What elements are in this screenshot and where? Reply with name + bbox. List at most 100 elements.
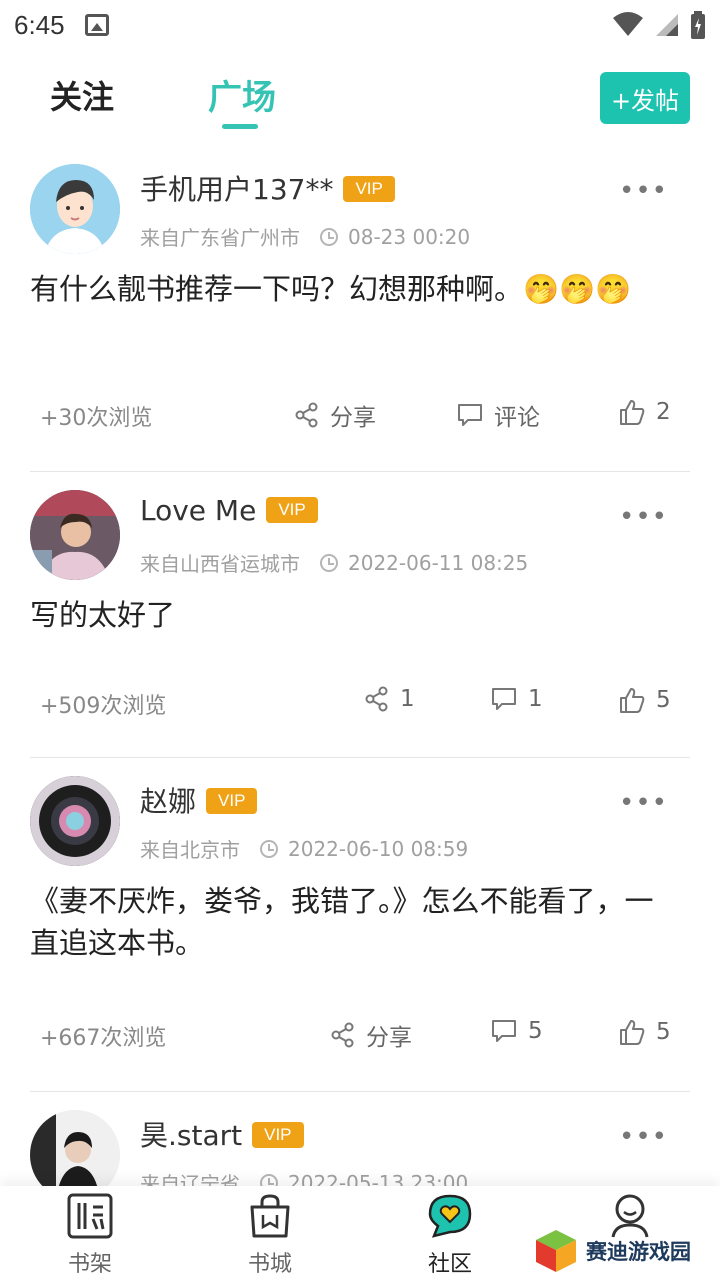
post-time: 2022-05-13 23:00 bbox=[288, 1170, 469, 1187]
view-count: +30次浏览 bbox=[40, 406, 153, 431]
watermark-cube-icon bbox=[536, 1230, 576, 1272]
vip-badge: VIP bbox=[343, 176, 395, 202]
share-icon bbox=[365, 686, 388, 712]
tab-square[interactable]: 广场 bbox=[208, 70, 276, 119]
nav-bookstore[interactable]: 书城 bbox=[210, 1192, 330, 1278]
like-count: 5 bbox=[656, 687, 671, 713]
avatar[interactable] bbox=[30, 490, 120, 580]
username-text: Love Me bbox=[140, 494, 257, 527]
status-icons bbox=[612, 11, 706, 39]
location-text: 来自北京市 bbox=[140, 838, 240, 862]
username[interactable]: Love Me VIP bbox=[140, 494, 318, 527]
tab-follow[interactable]: 关注 bbox=[50, 72, 114, 118]
clock-icon bbox=[320, 227, 338, 246]
post-content[interactable]: 《妻不厌炸，娄爷，我错了。》怎么不能看了，一直追这本书。 bbox=[30, 880, 670, 964]
more-options-icon[interactable]: ••• bbox=[619, 1124, 668, 1150]
share-icon bbox=[331, 1022, 354, 1048]
post-meta: 来自辽宁省 2022-05-13 23:00 bbox=[140, 1168, 468, 1186]
share-label: 分享 bbox=[366, 1025, 412, 1051]
comment-label: 评论 bbox=[494, 405, 540, 431]
comment-icon bbox=[492, 1020, 516, 1042]
nav-label: 书城 bbox=[247, 1252, 292, 1277]
comment-icon bbox=[492, 688, 516, 710]
child-photo-avatar-icon bbox=[30, 490, 120, 580]
username-text: 手机用户137** bbox=[140, 173, 334, 206]
top-tab-bar: 关注 广场 +发帖 bbox=[0, 56, 720, 136]
avatar[interactable] bbox=[30, 1110, 120, 1186]
nav-bookshelf[interactable]: 书架 bbox=[30, 1192, 150, 1278]
more-options-icon[interactable]: ••• bbox=[619, 504, 668, 530]
thumbs-up-icon bbox=[620, 688, 645, 713]
person-photo-avatar-icon bbox=[30, 1110, 120, 1186]
clock-icon bbox=[320, 553, 338, 572]
image-notification-icon bbox=[84, 14, 109, 36]
status-bar: 6:45 bbox=[0, 0, 720, 50]
post-time: 08-23 00:20 bbox=[348, 224, 471, 249]
location-text: 来自广东省广州市 bbox=[140, 226, 300, 250]
share-button[interactable]: 1 bbox=[364, 686, 415, 712]
more-options-icon[interactable]: ••• bbox=[619, 178, 668, 204]
comment-count: 5 bbox=[528, 1018, 543, 1044]
nav-label: 书架 bbox=[67, 1252, 112, 1277]
divider bbox=[30, 1091, 690, 1092]
username[interactable]: 昊.start VIP bbox=[140, 1114, 304, 1154]
share-button[interactable]: 分享 bbox=[330, 1018, 412, 1052]
new-post-button[interactable]: +发帖 bbox=[600, 72, 690, 124]
community-chat-heart-icon bbox=[426, 1192, 474, 1240]
tab-active-indicator bbox=[222, 124, 258, 129]
nav-label: 社区 bbox=[427, 1252, 472, 1277]
post-card[interactable]: 昊.start VIP 来自辽宁省 2022-05-13 23:00 ••• bbox=[30, 1096, 690, 1186]
vip-badge: VIP bbox=[252, 1122, 304, 1148]
comment-button[interactable]: 1 bbox=[490, 686, 543, 712]
like-button[interactable]: 2 bbox=[618, 398, 671, 426]
like-button[interactable]: 5 bbox=[618, 1018, 671, 1046]
comment-button[interactable]: 评论 bbox=[456, 398, 540, 432]
wifi-icon bbox=[613, 12, 643, 36]
divider bbox=[30, 471, 690, 472]
view-count: +667次浏览 bbox=[40, 1026, 167, 1051]
signal-icon bbox=[656, 14, 678, 36]
username-text: 昊.start bbox=[140, 1119, 243, 1152]
status-time: 6:45 bbox=[14, 9, 65, 40]
cartoon-boy-avatar-icon bbox=[30, 164, 120, 254]
post-card[interactable]: 赵娜 VIP 来自北京市 2022-06-10 08:59 ••• 《妻不厌炸，娄… bbox=[30, 762, 690, 1092]
like-count: 5 bbox=[656, 1019, 671, 1045]
avatar[interactable] bbox=[30, 776, 120, 866]
post-time: 2022-06-11 08:25 bbox=[348, 550, 529, 575]
avatar[interactable] bbox=[30, 164, 120, 254]
comment-button[interactable]: 5 bbox=[490, 1018, 543, 1044]
vip-badge: VIP bbox=[266, 497, 318, 523]
thumbs-up-icon bbox=[620, 1020, 645, 1045]
divider bbox=[30, 757, 690, 758]
post-actions: +667次浏览 分享 5 5 bbox=[30, 1014, 690, 1054]
comment-icon bbox=[458, 404, 482, 426]
share-button[interactable]: 分享 bbox=[294, 398, 376, 432]
share-icon bbox=[295, 402, 318, 428]
post-content[interactable]: 有什么靓书推荐一下吗？幻想那种啊。🤭🤭🤭 bbox=[30, 268, 670, 310]
location-text: 来自山西省运城市 bbox=[140, 552, 300, 576]
like-button[interactable]: 5 bbox=[618, 686, 671, 714]
share-label: 分享 bbox=[330, 405, 376, 431]
location-text: 来自辽宁省 bbox=[140, 1172, 240, 1186]
like-count: 2 bbox=[656, 399, 671, 425]
nav-community[interactable]: 社区 bbox=[390, 1192, 510, 1278]
username[interactable]: 赵娜 VIP bbox=[140, 780, 258, 820]
post-actions: +509次浏览 1 1 5 bbox=[30, 682, 690, 722]
clock-icon bbox=[260, 1173, 278, 1186]
watermark-text: 赛迪游戏园 bbox=[586, 1240, 691, 1264]
camera-lens-avatar-icon bbox=[30, 776, 120, 866]
post-content[interactable]: 写的太好了 bbox=[30, 594, 670, 636]
post-card[interactable]: 手机用户137** VIP 来自广东省广州市 08-23 00:20 ••• 有什… bbox=[30, 150, 690, 472]
share-count: 1 bbox=[400, 686, 415, 712]
username-text: 赵娜 bbox=[140, 785, 197, 818]
post-meta: 来自广东省广州市 08-23 00:20 bbox=[140, 222, 470, 251]
post-actions: +30次浏览 分享 评论 2 bbox=[30, 394, 690, 434]
post-card[interactable]: Love Me VIP 来自山西省运城市 2022-06-11 08:25 •••… bbox=[30, 476, 690, 758]
post-meta: 来自北京市 2022-06-10 08:59 bbox=[140, 834, 468, 863]
username[interactable]: 手机用户137** VIP bbox=[140, 168, 395, 208]
more-options-icon[interactable]: ••• bbox=[619, 790, 668, 816]
post-meta: 来自山西省运城市 2022-06-11 08:25 bbox=[140, 548, 528, 577]
comment-count: 1 bbox=[528, 686, 543, 712]
clock-icon bbox=[260, 839, 278, 858]
watermark-logo: 赛迪游戏园 bbox=[532, 1228, 691, 1274]
